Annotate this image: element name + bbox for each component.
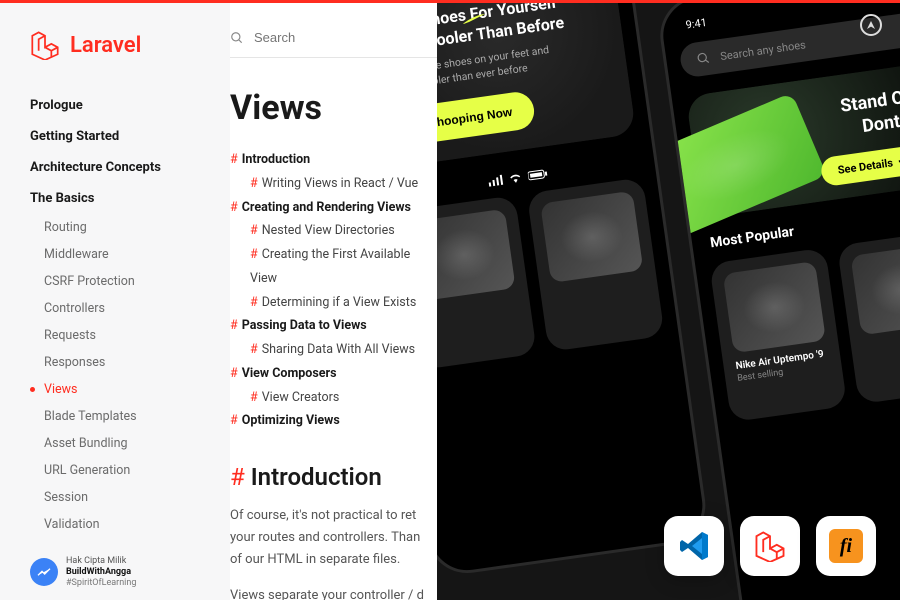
badge-line2: BuildWithAngga	[66, 567, 136, 578]
nav-item-session[interactable]: Session	[30, 484, 230, 511]
docs-panel: Laravel Prologue Getting Started Archite…	[0, 0, 437, 600]
laravel-logo-icon	[30, 30, 60, 60]
brand-name: Laravel	[70, 33, 141, 58]
nav-item-routing[interactable]: Routing	[30, 214, 230, 241]
shoe-image	[540, 191, 643, 283]
shoe-image	[437, 209, 516, 301]
toc-item[interactable]: #Creating the First Available View	[230, 243, 437, 291]
toc-item[interactable]: #View Composers	[230, 362, 437, 386]
product-card[interactable]	[437, 195, 537, 370]
top-accent-bar	[0, 0, 900, 3]
shoe-image	[723, 261, 826, 353]
nav-section-prologue[interactable]: Prologue	[30, 90, 230, 121]
toc-item[interactable]: #Passing Data to Views	[230, 314, 437, 338]
nike-swoosh-icon	[461, 14, 485, 26]
product-card[interactable]	[837, 229, 900, 404]
product-card[interactable]	[527, 177, 665, 352]
toc-item[interactable]: #Nested View Directories	[230, 219, 437, 243]
sidebar: Laravel Prologue Getting Started Archite…	[0, 0, 230, 600]
search-icon	[230, 31, 244, 45]
main-content: Views #Introduction #Writing Views in Re…	[230, 0, 437, 600]
nav-item-asset-bundling[interactable]: Asset Bundling	[30, 430, 230, 457]
nav-item-blade[interactable]: Blade Templates	[30, 403, 230, 430]
nav-item-requests[interactable]: Requests	[30, 322, 230, 349]
intro-paragraph-1: Of course, it's not practical to ret you…	[230, 505, 437, 571]
vscode-icon	[678, 530, 710, 562]
search-bar[interactable]	[230, 20, 437, 58]
shoe-image	[850, 243, 900, 335]
nav-item-controllers[interactable]: Controllers	[30, 295, 230, 322]
status-time: 9:41	[685, 16, 708, 32]
attribution-badge: Hak Cipta Milik BuildWithAngga #SpiritOf…	[30, 556, 230, 588]
compass-icon[interactable]	[860, 14, 882, 36]
toc-item[interactable]: #Determining if a View Exists	[230, 291, 437, 315]
tool-figma[interactable]: fi	[816, 516, 876, 576]
search-input[interactable]	[254, 30, 437, 45]
brand-logo[interactable]: Laravel	[30, 30, 230, 60]
see-details-button[interactable]: See Details	[820, 143, 900, 187]
toc-item[interactable]: #Optimizing Views	[230, 409, 437, 433]
search-icon	[696, 51, 712, 67]
fi-icon: fi	[829, 529, 863, 563]
page-title: Views	[230, 88, 437, 128]
nav-item-middleware[interactable]: Middleware	[30, 241, 230, 268]
nav-section-getting-started[interactable]: Getting Started	[30, 121, 230, 152]
app-search-placeholder: Search any shoes	[719, 38, 806, 63]
tool-vscode[interactable]	[664, 516, 724, 576]
nav-item-csrf[interactable]: CSRF Protection	[30, 268, 230, 295]
tool-laravel[interactable]	[740, 516, 800, 576]
nav-section-basics[interactable]: The Basics	[30, 183, 230, 214]
signal-icon	[488, 175, 503, 187]
nav-item-url-generation[interactable]: URL Generation	[30, 457, 230, 484]
section-heading-introduction: #Introduction	[230, 463, 437, 491]
shop-now-button[interactable]: Shooping Now	[437, 90, 537, 145]
tool-tray: fi	[664, 516, 876, 576]
nav-item-validation[interactable]: Validation	[30, 511, 230, 538]
attribution-logo-icon	[30, 558, 58, 586]
nav-section-architecture[interactable]: Architecture Concepts	[30, 152, 230, 183]
toc-item[interactable]: #Introduction	[230, 148, 437, 172]
toc-item[interactable]: #View Creators	[230, 386, 437, 410]
toc-item[interactable]: #Creating and Rendering Views	[230, 196, 437, 220]
battery-icon	[528, 168, 549, 181]
shoe-image-green	[655, 92, 827, 237]
badge-line1: Hak Cipta Milik	[66, 556, 136, 567]
badge-line3: #SpiritOfLearning	[66, 578, 136, 589]
product-card[interactable]: Nike Air Uptempo '9 Best selling	[709, 247, 847, 422]
app-preview-panel: Get Shoes For Yourselfook Cooler Than Be…	[437, 0, 900, 600]
toc-item[interactable]: #Sharing Data With All Views	[230, 338, 437, 362]
table-of-contents: #Introduction #Writing Views in React / …	[230, 148, 437, 433]
nav-item-views[interactable]: Views	[30, 376, 230, 403]
toc-item[interactable]: #Writing Views in React / Vue	[230, 172, 437, 196]
laravel-icon	[754, 530, 786, 562]
wifi-icon	[508, 172, 523, 184]
nav-item-responses[interactable]: Responses	[30, 349, 230, 376]
intro-paragraph-2: Views separate your controller / d are s…	[230, 585, 437, 600]
